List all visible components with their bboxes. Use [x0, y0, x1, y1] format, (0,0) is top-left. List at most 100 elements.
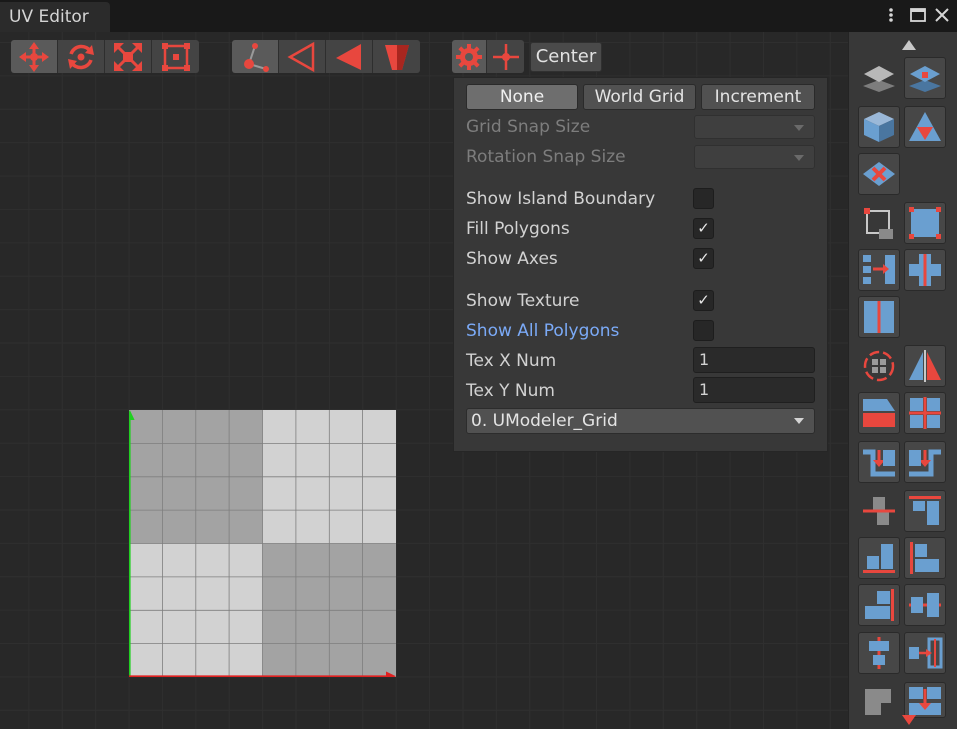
tool-button-21[interactable] — [858, 584, 900, 626]
snap-none-button[interactable]: None — [466, 84, 578, 110]
move-tool-button[interactable] — [11, 40, 58, 73]
tool-button-1[interactable] — [858, 57, 900, 99]
vertex-mode-icon — [244, 42, 269, 72]
snap-increment-button[interactable]: Increment — [701, 84, 815, 110]
show-texture-label: Show Texture — [466, 291, 580, 311]
fill-polygons-label: Fill Polygons — [466, 219, 570, 239]
tool-button-11[interactable] — [858, 345, 900, 387]
tool-button-16[interactable] — [904, 441, 946, 483]
rotate-tool-button[interactable] — [58, 40, 105, 73]
tool-button-7[interactable] — [904, 202, 946, 244]
show-texture-checkbox[interactable]: ✓ — [693, 290, 714, 311]
gear-icon — [456, 43, 482, 70]
object-mode-button[interactable] — [373, 40, 420, 73]
edge-mode-icon — [287, 41, 315, 72]
stack-layers-icon — [863, 66, 895, 92]
align-bottom-icon — [863, 544, 895, 573]
align-left-icon — [910, 542, 939, 574]
tex-y-num-field[interactable]: 1 — [693, 377, 815, 403]
uv-editor-window: UV Editor Center None World Grid Increme… — [0, 0, 957, 729]
rotate-tool-icon — [68, 44, 94, 69]
object-mode-icon — [384, 44, 409, 70]
rect-tool-button[interactable] — [152, 40, 199, 73]
tool-button-13[interactable] — [858, 392, 900, 434]
move-to-edge-icon — [909, 637, 943, 669]
seam-split-icon — [864, 301, 894, 333]
rotation-snap-size-label: Rotation Snap Size — [466, 147, 626, 167]
snap-world-grid-button[interactable]: World Grid — [583, 84, 696, 110]
window-tab[interactable]: UV Editor — [0, 2, 110, 32]
tool-button-12[interactable] — [904, 345, 946, 387]
pivot-center-button[interactable]: Center — [530, 42, 602, 72]
tool-button-18[interactable] — [904, 490, 946, 532]
vertex-rect-icon — [864, 208, 893, 239]
texture-select-value: 0. UModeler_Grid — [471, 411, 618, 431]
triangle-split-icon — [909, 112, 941, 141]
chevron-down-icon — [794, 125, 804, 131]
tool-button-6[interactable] — [858, 202, 900, 244]
stitch-side-icon — [909, 449, 941, 477]
grid-snap-size-dropdown[interactable] — [694, 115, 815, 139]
tool-button-26[interactable] — [904, 682, 946, 718]
corner-shape-icon — [865, 689, 891, 715]
pivot-icon — [492, 43, 519, 70]
scale-tool-icon — [114, 42, 142, 71]
pack-islands-icon — [909, 687, 941, 715]
tool-button-20[interactable] — [904, 537, 946, 579]
maximize-icon[interactable] — [908, 4, 928, 26]
show-all-polygons-label: Show All Polygons — [466, 321, 620, 341]
tool-button-24[interactable] — [904, 632, 946, 674]
tool-button-19[interactable] — [858, 537, 900, 579]
tex-y-num-label: Tex Y Num — [466, 381, 555, 401]
uv-texture-preview[interactable] — [129, 410, 396, 677]
tool-button-5[interactable] — [858, 153, 900, 195]
scroll-down-arrow-icon[interactable] — [902, 715, 916, 725]
tool-button-10[interactable] — [858, 296, 900, 338]
tool-button-23[interactable] — [858, 632, 900, 674]
stitch-down-icon — [863, 449, 895, 477]
tool-button-3[interactable] — [858, 106, 900, 148]
tool-button-25[interactable] — [858, 682, 900, 718]
close-icon[interactable] — [932, 4, 952, 26]
tool-button-9[interactable] — [904, 249, 946, 291]
kebab-menu-icon[interactable] — [883, 4, 903, 26]
plane-extrude-icon — [909, 66, 941, 92]
pivot-button[interactable] — [487, 40, 524, 73]
tex-x-num-label: Tex X Num — [466, 351, 557, 371]
vertex-mode-button[interactable] — [232, 40, 279, 73]
tool-button-4[interactable] — [904, 106, 946, 148]
cross-stitch-icon — [909, 254, 941, 286]
title-bar: UV Editor — [0, 0, 957, 32]
grid-snap-size-label: Grid Snap Size — [466, 117, 591, 137]
cube-grid-icon — [864, 112, 894, 142]
quad-split-icon — [909, 397, 941, 429]
edge-mode-button[interactable] — [279, 40, 326, 73]
face-rect-icon — [909, 207, 941, 239]
tool-button-14[interactable] — [904, 392, 946, 434]
texture-select[interactable]: 0. UModeler_Grid — [466, 408, 815, 434]
align-right-icon — [865, 589, 894, 621]
scale-tool-button[interactable] — [105, 40, 152, 73]
scroll-up-arrow-icon[interactable] — [902, 40, 916, 50]
rotation-snap-size-dropdown[interactable] — [694, 145, 815, 169]
tool-button-17[interactable] — [858, 490, 900, 532]
tool-button-8[interactable] — [858, 249, 900, 291]
show-axes-label: Show Axes — [466, 249, 558, 269]
shear-icon — [863, 399, 895, 427]
align-middle-v-icon — [909, 593, 941, 617]
fill-polygons-checkbox[interactable]: ✓ — [693, 218, 714, 239]
transform-tool-group — [11, 40, 199, 73]
settings-button[interactable] — [452, 40, 487, 73]
tool-sidebar — [848, 32, 957, 729]
tex-x-num-field[interactable]: 1 — [693, 347, 815, 373]
chevron-down-icon — [794, 155, 804, 161]
tool-button-15[interactable] — [858, 441, 900, 483]
show-island-boundary-checkbox[interactable] — [693, 188, 714, 209]
tool-button-22[interactable] — [904, 584, 946, 626]
delete-face-icon — [863, 162, 895, 186]
move-tool-icon — [19, 41, 49, 72]
tool-button-2[interactable] — [904, 57, 946, 99]
show-axes-checkbox[interactable]: ✓ — [693, 248, 714, 269]
face-mode-button[interactable] — [326, 40, 373, 73]
show-all-polygons-checkbox[interactable] — [693, 320, 714, 341]
